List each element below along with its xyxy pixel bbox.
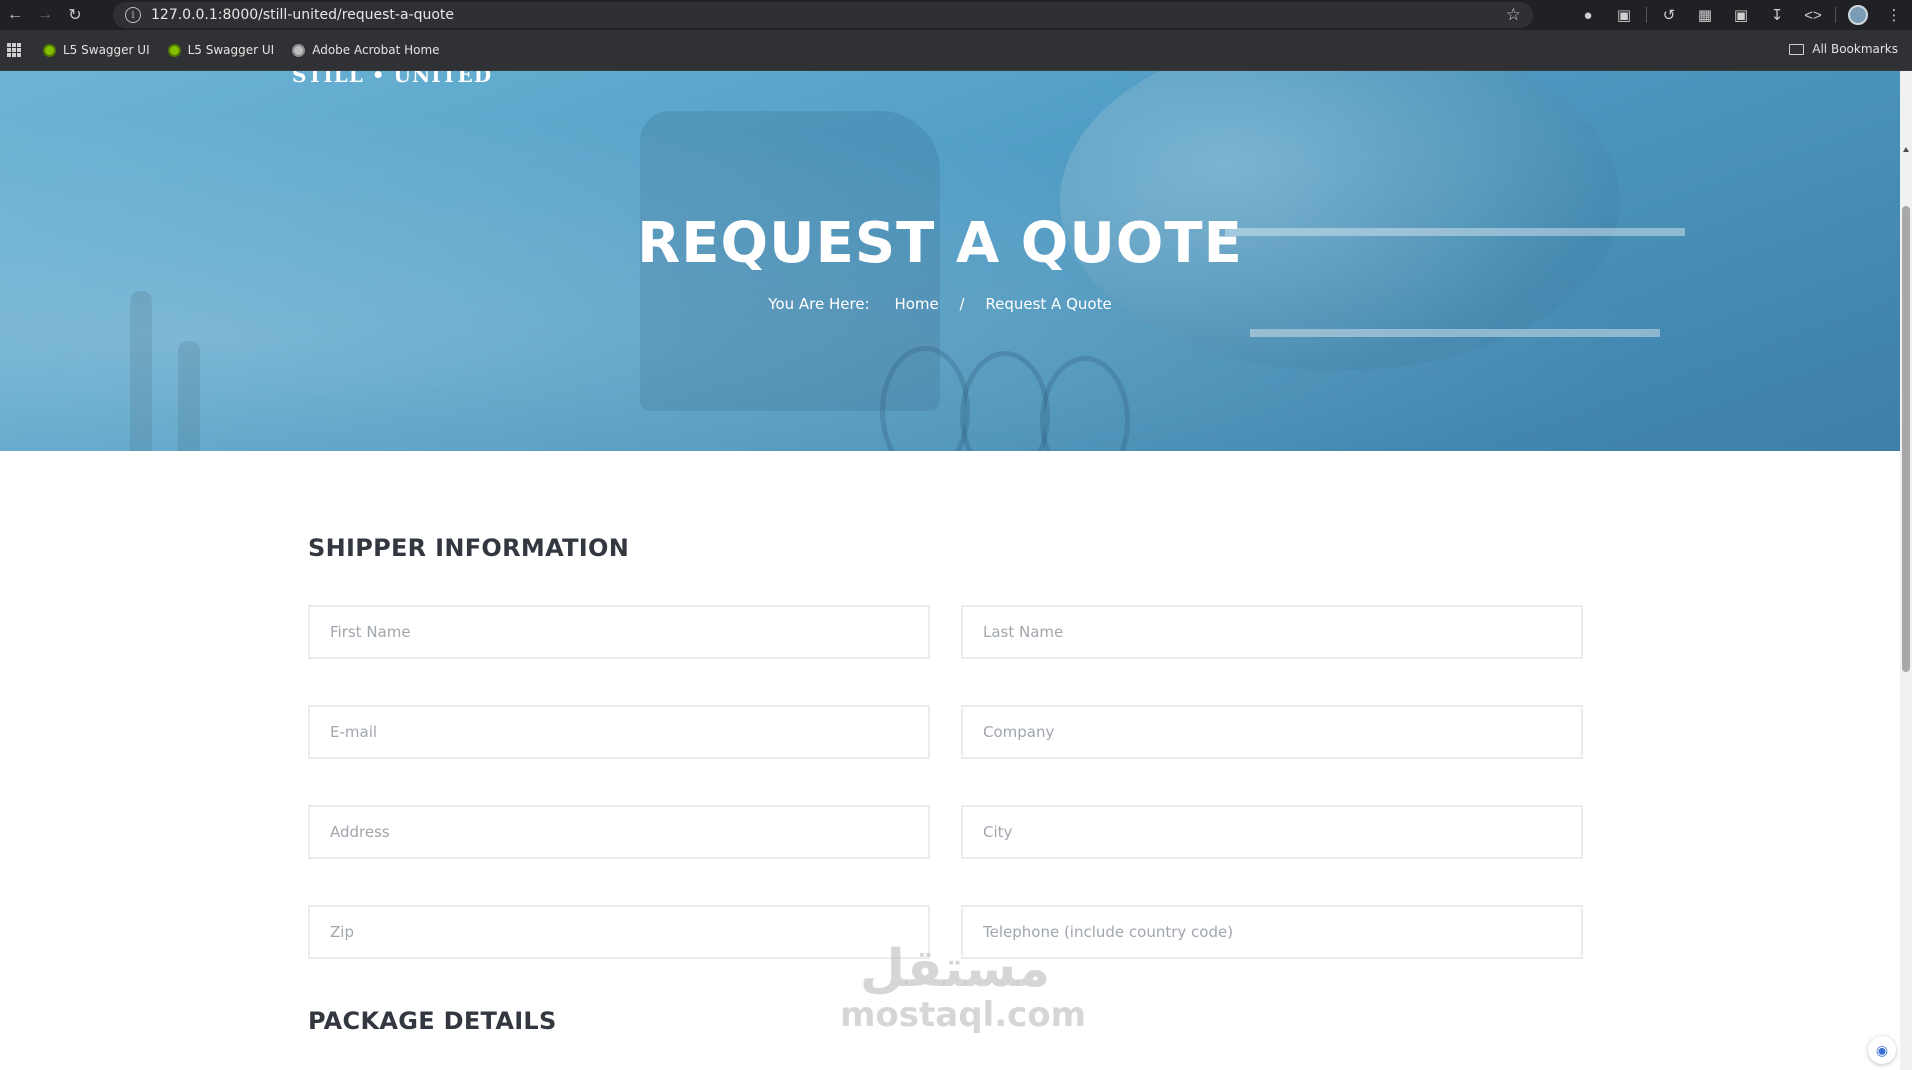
- back-icon[interactable]: ←: [0, 0, 30, 30]
- bookmark-label: L5 Swagger UI: [187, 43, 275, 57]
- breadcrumb-separator: /: [959, 295, 965, 313]
- extension-icon[interactable]: ●: [1570, 0, 1606, 30]
- page-viewport: STILL • UNITED REQUEST A QUOTE You Are H…: [0, 71, 1900, 1070]
- folder-icon: [1789, 43, 1805, 55]
- translate-icon[interactable]: ▣: [1723, 0, 1759, 30]
- floating-assistant-icon[interactable]: ◉: [1868, 1036, 1896, 1064]
- browser-toolbar: ← → ↻ i 127.0.0.1:8000/still-united/requ…: [0, 0, 1912, 30]
- download-icon[interactable]: ↧: [1759, 0, 1795, 30]
- scroll-thumb[interactable]: [1902, 206, 1910, 672]
- hero-banner: STILL • UNITED REQUEST A QUOTE You Are H…: [0, 71, 1900, 451]
- breadcrumb: You Are Here: Home / Request A Quote: [0, 295, 1880, 313]
- sidepanel-icon[interactable]: ▦: [1687, 0, 1723, 30]
- bookmarks-bar: L5 Swagger UI L5 Swagger UI Adobe Acroba…: [0, 30, 1912, 71]
- scroll-up-arrow-icon[interactable]: [1903, 147, 1909, 152]
- site-logo[interactable]: STILL • UNITED: [292, 71, 492, 87]
- puzzle-icon[interactable]: ▣: [1606, 0, 1642, 30]
- toolbar-divider: [1646, 7, 1647, 23]
- bookmark-l5-swagger-2[interactable]: L5 Swagger UI: [167, 43, 275, 57]
- bookmark-label: L5 Swagger UI: [63, 43, 150, 57]
- company-field[interactable]: [961, 705, 1583, 759]
- shipper-information-heading: SHIPPER INFORMATION: [308, 534, 630, 562]
- address-field[interactable]: [308, 805, 930, 859]
- email-field[interactable]: [308, 705, 930, 759]
- bookmark-label: Adobe Acrobat Home: [312, 43, 440, 57]
- all-bookmarks-button[interactable]: All Bookmarks: [1789, 42, 1898, 56]
- reload-icon[interactable]: ↻: [60, 0, 90, 30]
- breadcrumb-label: You Are Here:: [768, 295, 870, 313]
- page-title: REQUEST A QUOTE: [637, 211, 1243, 276]
- zip-field[interactable]: [308, 905, 930, 959]
- history-icon[interactable]: ↺: [1651, 0, 1687, 30]
- menu-icon[interactable]: ⋮: [1876, 0, 1912, 30]
- bookmark-star-icon[interactable]: ☆: [1506, 5, 1521, 25]
- url-text[interactable]: 127.0.0.1:8000/still-united/request-a-qu…: [151, 7, 454, 23]
- city-field[interactable]: [961, 805, 1583, 859]
- bookmark-adobe-acrobat[interactable]: Adobe Acrobat Home: [292, 43, 440, 57]
- page-scrollbar[interactable]: [1900, 71, 1912, 1070]
- breadcrumb-home-link[interactable]: Home: [894, 295, 938, 313]
- toolbar-divider: [1835, 7, 1836, 23]
- bookmark-l5-swagger-1[interactable]: L5 Swagger UI: [43, 43, 150, 57]
- mostaql-watermark: مستقل mostaql.com: [840, 939, 1087, 1035]
- profile-avatar[interactable]: [1840, 0, 1876, 30]
- swagger-icon: [43, 43, 56, 57]
- breadcrumb-current: Request A Quote: [985, 295, 1112, 313]
- address-bar[interactable]: i 127.0.0.1:8000/still-united/request-a-…: [113, 2, 1533, 28]
- forward-icon[interactable]: →: [30, 0, 60, 30]
- package-details-heading: PACKAGE DETAILS: [308, 1007, 557, 1035]
- first-name-field[interactable]: [308, 605, 930, 659]
- site-info-icon[interactable]: i: [125, 7, 141, 23]
- all-bookmarks-label: All Bookmarks: [1812, 42, 1898, 56]
- last-name-field[interactable]: [961, 605, 1583, 659]
- acrobat-icon: [292, 43, 306, 57]
- swagger-icon: [167, 43, 181, 57]
- apps-grid-icon[interactable]: [7, 43, 21, 57]
- devtools-icon[interactable]: <>: [1795, 0, 1831, 30]
